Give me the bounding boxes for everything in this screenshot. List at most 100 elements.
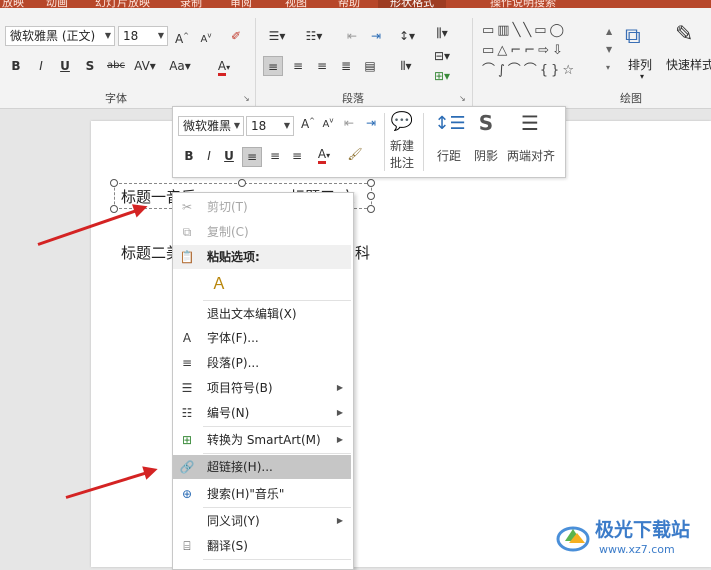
shrink-font-button[interactable]: Av (196, 26, 216, 46)
menu-item-translate[interactable]: ⌸ 翻译(S) (173, 534, 351, 558)
italic-icon: I (207, 149, 211, 163)
mini-align-right-button[interactable]: ≡ (288, 149, 306, 163)
tab-animations[interactable]: 动画 (46, 0, 68, 8)
menu-separator (203, 453, 351, 454)
strikethrough-icon: abc (107, 60, 125, 71)
menu-item-paragraph[interactable]: ≡ 段落(P)... (173, 351, 351, 375)
align-right-button[interactable]: ≡ (312, 56, 332, 76)
menu-separator (203, 300, 351, 301)
submenu-arrow-icon: ▶ (336, 516, 343, 525)
mini-underline-button[interactable]: U (222, 149, 236, 163)
quick-styles-button[interactable]: 快速样式 (666, 56, 711, 73)
resize-handle-n[interactable] (238, 179, 246, 187)
tab-review[interactable]: 审阅 (230, 0, 252, 8)
mini-increase-indent-button[interactable]: ⇥ (361, 116, 381, 130)
menu-item-exit-text-edit[interactable]: 退出文本编辑(X) (173, 302, 351, 326)
eraser-icon: ✐ (230, 29, 242, 43)
paste-text-only-icon: Ａ (210, 274, 227, 293)
align-left-button[interactable]: ≡ (263, 56, 283, 76)
tab-record[interactable]: 录制 (180, 0, 202, 8)
mini-grow-font-button[interactable]: A^ (299, 117, 317, 131)
shapes-scroll[interactable]: ▲ ▼ ▾ (606, 23, 612, 77)
clear-format-button[interactable]: ✐ (226, 26, 246, 46)
chevron-down-icon: ▼ (157, 31, 164, 40)
change-case-button[interactable]: Aa▾ (165, 56, 195, 76)
align-text-button[interactable]: ⊟▾ (428, 46, 456, 66)
tell-me-search[interactable]: 操作说明搜索 (490, 0, 556, 8)
text-shadow-button[interactable]: S (80, 56, 100, 76)
tab-help[interactable]: 帮助 (338, 0, 360, 8)
columns-button[interactable]: ⫴▾ (392, 56, 420, 76)
bullets-button[interactable]: ☰▾ (263, 26, 291, 46)
menu-item-copy[interactable]: ⧉ 复制(C) (173, 220, 351, 244)
mini-font-size-value: 18 (251, 119, 267, 133)
font-color-button[interactable]: A▾ (210, 56, 238, 76)
mini-bold-button[interactable]: B (182, 149, 196, 163)
mini-align-center-button[interactable]: ≡ (266, 149, 284, 163)
shapes-gallery[interactable]: ▭▥╲╲▭◯ ▭△⌐⌐⇨⇩ ⌒∫⌒⌒{}☆ (482, 21, 600, 83)
mini-font-name-combo[interactable]: 微软雅黑 ▼ (178, 116, 244, 136)
italic-button[interactable]: I (31, 56, 51, 76)
paragraph-dialog-launcher-icon[interactable]: ↘ (459, 94, 466, 103)
font-size-combo[interactable]: 18 ▼ (118, 26, 168, 46)
resize-handle-nw[interactable] (110, 179, 118, 187)
mini-decrease-indent-button[interactable]: ⇤ (339, 116, 359, 130)
decrease-indent-button[interactable]: ⇤ (342, 26, 362, 46)
mini-font-size-combo[interactable]: 18 ▼ (246, 116, 294, 136)
new-comment-label-1: 新建 (389, 139, 414, 153)
tab-slide-show[interactable]: 幻灯片放映 (95, 0, 150, 8)
menu-item-convert-smartart[interactable]: ⊞ 转换为 SmartArt(M) ▶ (173, 428, 351, 452)
mini-format-painter-button[interactable]: 🖌 (345, 147, 365, 161)
resize-handle-sw[interactable] (110, 205, 118, 213)
text-direction-button[interactable]: ⫼▾ (428, 23, 456, 43)
smartart-icon: ⊞ (181, 433, 193, 447)
font-dialog-launcher-icon[interactable]: ↘ (243, 94, 250, 103)
menu-item-numbering[interactable]: ☷ 编号(N) ▶ (173, 401, 351, 425)
decrease-indent-icon: ⇤ (346, 29, 358, 43)
quick-styles-label: 快速样式 (666, 58, 711, 72)
menu-item-cut[interactable]: ✂ 剪切(T) (173, 195, 351, 219)
tab-view[interactable]: 视图 (285, 0, 307, 8)
tab-shape-format[interactable]: 形状格式 (378, 0, 446, 8)
tab-slideshow-partial[interactable]: 放映 (2, 0, 24, 8)
italic-icon: I (39, 59, 43, 73)
columns-icon: ⫴▾ (400, 59, 412, 73)
line-spacing-button[interactable]: ↕▾ (393, 26, 421, 46)
char-spacing-button[interactable]: AV▾ (130, 56, 160, 76)
menu-item-search[interactable]: ⊕ 搜索(H)"音乐" (173, 482, 351, 506)
menu-item-font[interactable]: A 字体(F)... (173, 326, 351, 350)
mini-line-spacing-button[interactable]: 行距 (431, 147, 467, 164)
mini-font-color-button[interactable]: A▾ (311, 147, 337, 164)
increase-indent-button[interactable]: ⇥ (366, 26, 386, 46)
resize-handle-se[interactable] (367, 205, 375, 213)
underline-button[interactable]: U (55, 56, 75, 76)
strikethrough-button[interactable]: abc (104, 56, 128, 76)
resize-handle-e[interactable] (367, 192, 375, 200)
shapes-row-3: ⌒∫⌒⌒{}☆ (482, 63, 577, 78)
grow-font-button[interactable]: A^ (172, 26, 192, 46)
justify-button[interactable]: ≣ (336, 56, 356, 76)
menu-item-bullets[interactable]: ☰ 项目符号(B) ▶ (173, 376, 351, 400)
bold-button[interactable]: B (6, 56, 26, 76)
menu-item-hyperlink[interactable]: 🔗 超链接(H)... (173, 455, 351, 479)
mini-shadow-button[interactable]: 阴影 (471, 147, 501, 164)
bold-icon: B (11, 59, 21, 73)
paste-keep-text-only-button[interactable]: Ａ (207, 271, 231, 297)
menu-item-synonyms[interactable]: 同义词(Y) ▶ (173, 509, 351, 533)
new-comment-button[interactable]: 新建 批注 (387, 137, 417, 171)
resize-handle-ne[interactable] (367, 179, 375, 187)
arrange-button[interactable]: 排列 (628, 56, 652, 73)
mini-italic-button[interactable]: I (202, 149, 216, 163)
convert-smartart-button[interactable]: ⊞▾ (428, 66, 456, 86)
font-name-combo[interactable]: 微软雅黑 (正文) ▼ (5, 26, 115, 46)
mini-font-name-value: 微软雅黑 (183, 119, 232, 133)
mini-shrink-font-button[interactable]: Av (319, 117, 337, 130)
distributed-button[interactable]: ▤ (360, 56, 380, 76)
numbering-button[interactable]: ☷▾ (300, 26, 328, 46)
align-center-button[interactable]: ≡ (288, 56, 308, 76)
ribbon-tab-strip: 放映 动画 幻灯片放映 录制 审阅 视图 帮助 形状格式 操作说明搜索 (0, 0, 711, 8)
mini-align-left-button[interactable]: ≡ (242, 147, 262, 167)
slide-title-2-right[interactable]: 科 (355, 242, 370, 263)
shadow-label: 阴影 (473, 149, 498, 163)
mini-justify-button[interactable]: 两端对齐 (505, 147, 557, 164)
